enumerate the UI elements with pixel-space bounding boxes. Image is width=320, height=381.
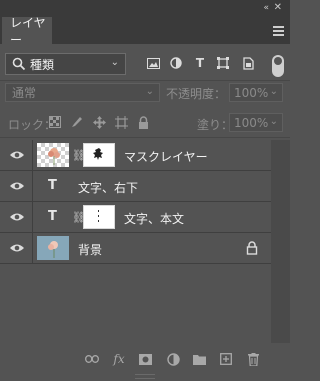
group-folder-icon[interactable] xyxy=(192,352,206,366)
shape-filter-icon[interactable] xyxy=(216,56,230,70)
bottom-toolbar: fx xyxy=(0,343,290,373)
layer-row-text-body[interactable]: T ⛓ 文字、本文 xyxy=(0,202,271,233)
fx-icon[interactable]: fx xyxy=(112,352,126,366)
divider xyxy=(32,202,33,233)
blend-mode-select[interactable]: 通常 ⌄ xyxy=(5,83,160,102)
visibility-eye-icon[interactable] xyxy=(10,243,24,253)
divider xyxy=(32,233,33,264)
adjustment-layer-icon[interactable] xyxy=(166,352,180,366)
layer-name: 背景 xyxy=(78,243,103,257)
filter-toggle-knob xyxy=(274,57,282,65)
blend-mode-value: 通常 xyxy=(12,86,37,100)
mask-thumbnail[interactable] xyxy=(83,205,115,229)
image-filter-icon[interactable] xyxy=(146,56,160,70)
opacity-label: 不透明度： xyxy=(166,87,227,101)
visibility-eye-icon[interactable] xyxy=(10,212,24,222)
visibility-eye-icon[interactable] xyxy=(10,150,24,160)
layer-name: マスクレイヤー xyxy=(124,150,208,164)
fill-value: 100% xyxy=(234,115,269,130)
lock-all-icon[interactable] xyxy=(136,115,150,129)
add-mask-icon[interactable] xyxy=(138,352,152,366)
resize-grip[interactable] xyxy=(135,374,155,379)
divider xyxy=(32,171,33,202)
mask-link-icon[interactable]: ⛓ xyxy=(72,211,86,224)
divider xyxy=(0,80,290,81)
layer-thumbnail[interactable] xyxy=(37,236,69,260)
fill-label: 塗り： xyxy=(197,118,234,132)
layer-thumbnail[interactable] xyxy=(37,143,69,167)
lock-artboard-icon[interactable] xyxy=(114,115,128,129)
trash-icon[interactable] xyxy=(246,352,260,366)
link-layers-icon[interactable] xyxy=(85,352,99,366)
chevron-down-icon: ⌄ xyxy=(110,57,119,68)
layers-list: ⛓ マスクレイヤー T 文字、右下 T ⛓ 文字、本文 背景 xyxy=(0,140,271,268)
opacity-value: 100% xyxy=(234,85,269,100)
visibility-eye-icon[interactable] xyxy=(10,181,24,191)
fill-input[interactable]: 100% ⌄ xyxy=(229,113,283,132)
layer-row-text-bottom-right[interactable]: T 文字、右下 xyxy=(0,171,271,202)
layers-scrollbar[interactable] xyxy=(271,140,290,352)
mask-link-icon[interactable]: ⛓ xyxy=(72,149,86,162)
layer-name: 文字、右下 xyxy=(78,181,139,195)
mask-thumbnail[interactable] xyxy=(83,143,115,167)
lock-icon xyxy=(246,241,258,255)
layer-name: 文字、本文 xyxy=(124,212,185,226)
panel-menu-icon[interactable] xyxy=(273,26,284,38)
opacity-input[interactable]: 100% ⌄ xyxy=(229,83,283,102)
divider xyxy=(32,140,33,171)
lock-image-pixels-icon[interactable] xyxy=(70,115,84,129)
layer-row-mask-layer[interactable]: ⛓ マスクレイヤー xyxy=(0,140,271,171)
collapse-panel-button[interactable]: « xyxy=(263,3,268,13)
smart-object-filter-icon[interactable] xyxy=(241,56,255,70)
new-layer-icon[interactable] xyxy=(219,352,233,366)
filter-kind-select[interactable]: 種類 ⌄ xyxy=(5,53,126,75)
tab-bar: レイヤー xyxy=(0,16,290,47)
chevron-down-icon: ⌄ xyxy=(145,86,154,97)
layer-row-background[interactable]: 背景 xyxy=(0,233,271,264)
search-icon xyxy=(12,57,26,71)
filter-kind-label: 種類 xyxy=(30,57,55,72)
lock-position-icon[interactable] xyxy=(92,115,106,129)
chevron-down-icon: ⌄ xyxy=(269,116,278,127)
close-panel-button[interactable]: ✕ xyxy=(274,2,282,13)
adjustment-filter-icon[interactable] xyxy=(169,56,183,70)
text-layer-icon: T xyxy=(48,178,57,193)
tab-layers-label: レイヤー xyxy=(10,15,46,47)
lock-transparent-pixels-icon[interactable] xyxy=(48,115,62,129)
divider xyxy=(0,137,290,138)
text-layer-icon: T xyxy=(48,209,57,224)
chevron-down-icon: ⌄ xyxy=(269,86,278,97)
layer-filter-row: 種類 ⌄ T xyxy=(0,50,290,76)
type-filter-icon[interactable]: T xyxy=(193,56,207,70)
tab-layers[interactable]: レイヤー xyxy=(2,16,52,47)
